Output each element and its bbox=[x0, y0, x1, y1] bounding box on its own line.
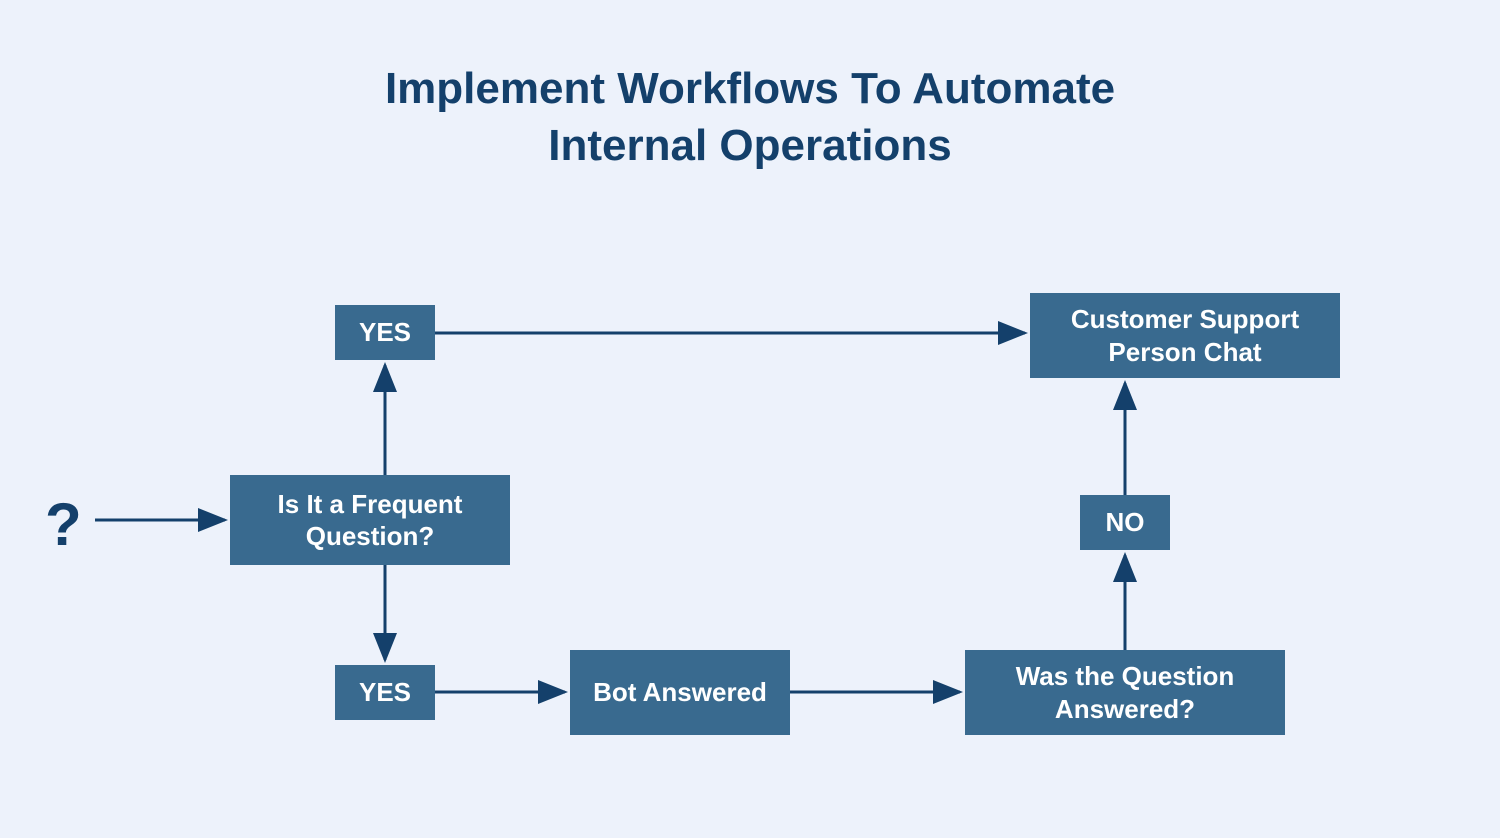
node-was-answered: Was the Question Answered? bbox=[965, 650, 1285, 735]
node-frequent-question: Is It a Frequent Question? bbox=[230, 475, 510, 565]
diagram-title: Implement Workflows To Automate Internal… bbox=[0, 60, 1500, 174]
node-label: Is It a Frequent Question? bbox=[246, 488, 494, 553]
title-line-1: Implement Workflows To Automate bbox=[385, 64, 1115, 113]
node-label: Was the Question Answered? bbox=[981, 660, 1269, 725]
node-label: YES bbox=[359, 676, 411, 709]
title-line-2: Internal Operations bbox=[548, 121, 951, 170]
node-customer-support: Customer Support Person Chat bbox=[1030, 293, 1340, 378]
node-bot-answered: Bot Answered bbox=[570, 650, 790, 735]
node-label: Customer Support Person Chat bbox=[1046, 303, 1324, 368]
question-mark-icon: ? bbox=[45, 490, 82, 559]
node-label: NO bbox=[1106, 506, 1145, 539]
node-yes-bottom: YES bbox=[335, 665, 435, 720]
node-label: Bot Answered bbox=[593, 676, 767, 709]
node-yes-top: YES bbox=[335, 305, 435, 360]
node-no: NO bbox=[1080, 495, 1170, 550]
node-label: YES bbox=[359, 316, 411, 349]
